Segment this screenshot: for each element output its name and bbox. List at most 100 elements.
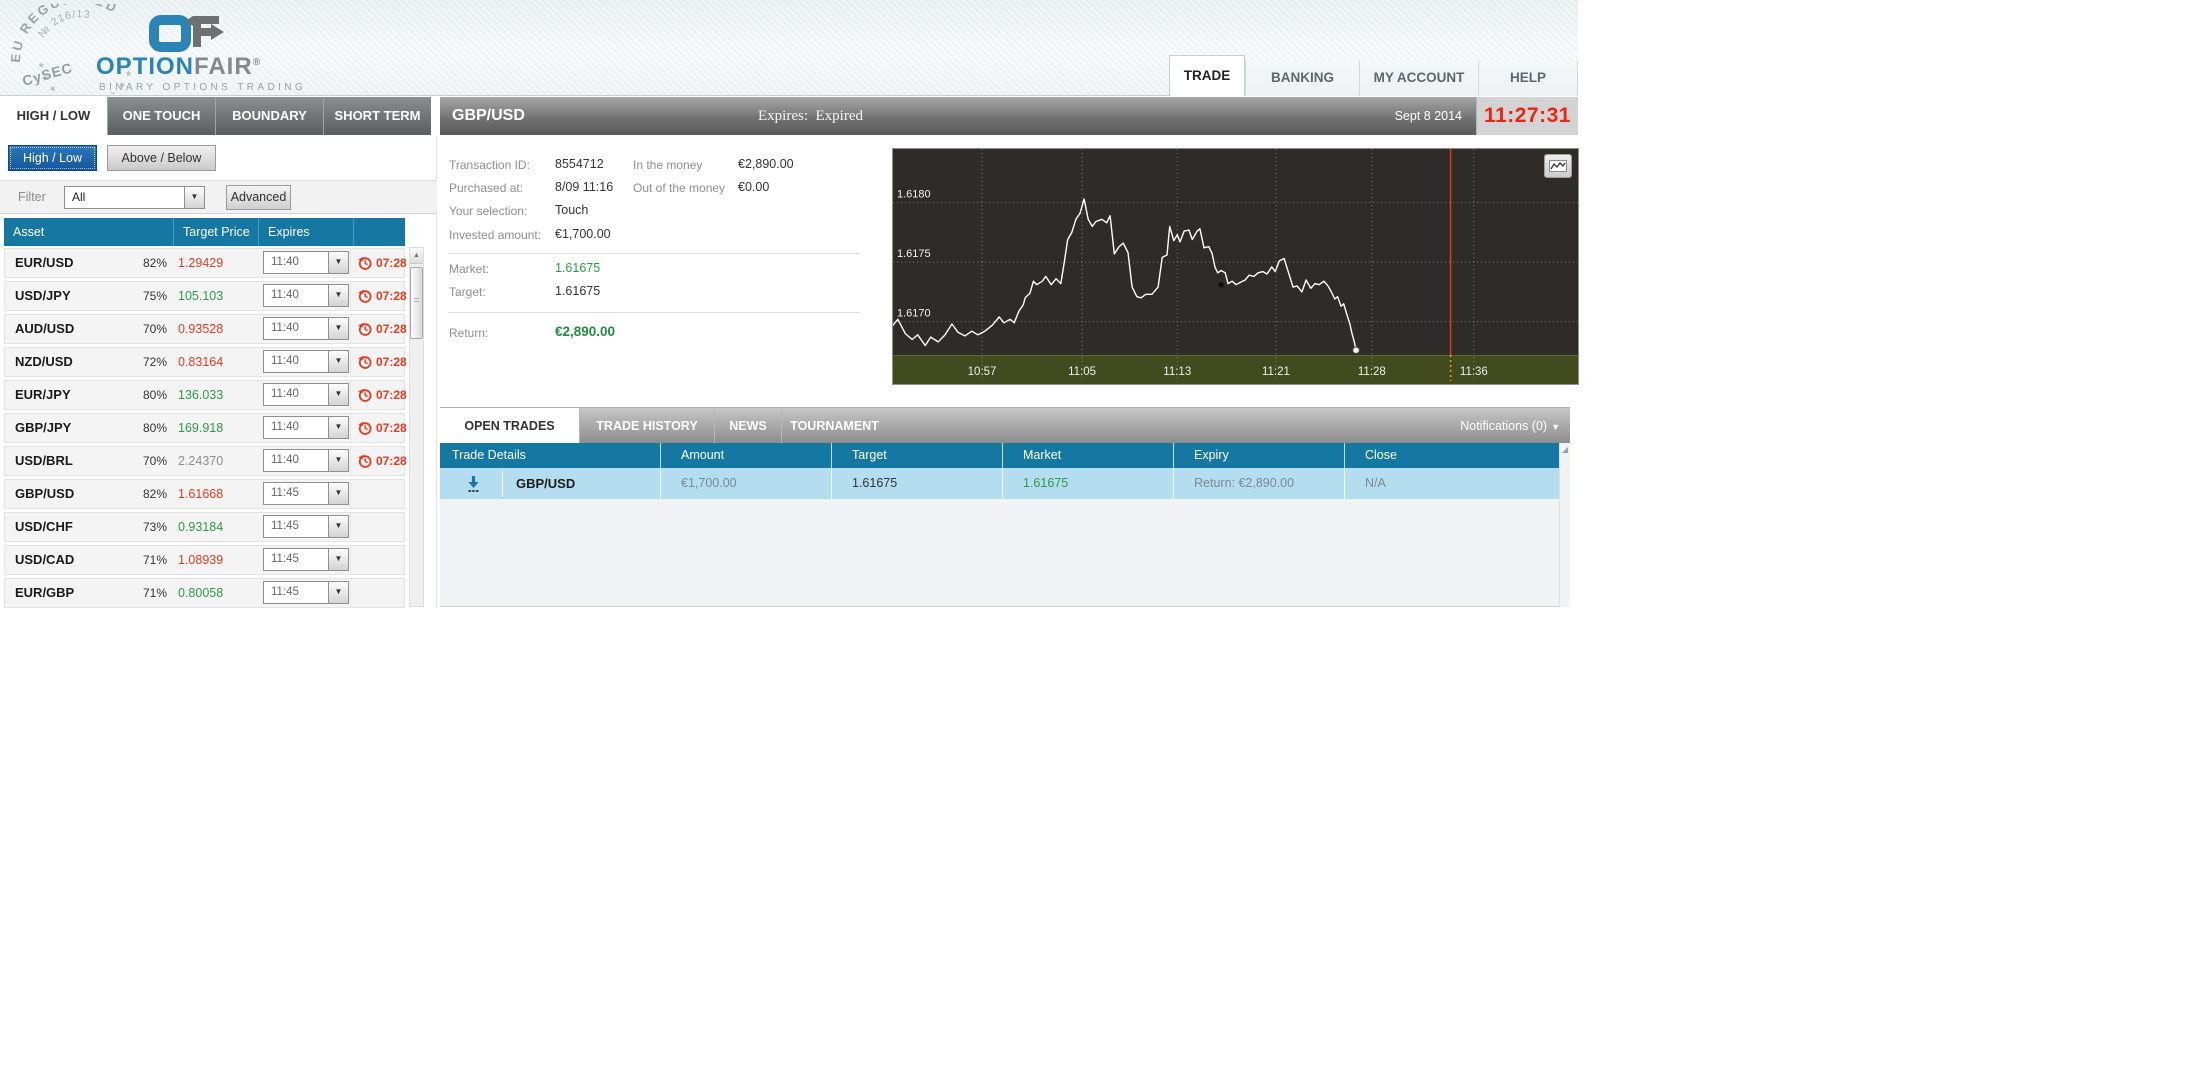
tab-news[interactable]: NEWS	[714, 408, 781, 444]
countdown-clock	[357, 354, 373, 375]
expiry-time-select[interactable]: 11:45 ▼	[263, 482, 349, 505]
asset-column-header-target-price: Target Price	[173, 218, 258, 246]
nav-tab-my-account[interactable]: MY ACCOUNT	[1359, 61, 1478, 96]
expiry-price-marker	[1352, 346, 1360, 354]
column-separator	[350, 282, 351, 310]
expiry-time-select[interactable]: 11:40 ▼	[263, 449, 349, 472]
scroll-up-arrow-icon[interactable]: ▲	[410, 248, 423, 264]
tab-open-trades[interactable]: OPEN TRADES	[440, 408, 579, 444]
countdown-clock-icon	[358, 388, 372, 402]
expiry-time-select[interactable]: 11:45 ▼	[263, 581, 349, 604]
scrollbar-thumb[interactable]	[410, 267, 423, 339]
brand-fair: FAIR	[194, 53, 253, 80]
open-trades-header: Trade Details Amount Target Market Expiry Clo…	[440, 443, 1559, 468]
y-tick-label: 1.6175	[897, 248, 931, 260]
asset-payout: 71%	[142, 553, 167, 567]
tab-trade-history[interactable]: TRADE HISTORY	[579, 408, 714, 444]
tab-high-low[interactable]: HIGH / LOW	[0, 97, 107, 135]
dropdown-arrow-icon[interactable]: ▼	[328, 549, 348, 570]
expiry-time-select[interactable]: 11:40 ▼	[263, 284, 349, 307]
column-separator	[350, 513, 351, 541]
chart-type-button[interactable]	[1544, 154, 1572, 178]
dropdown-arrow-icon[interactable]: ▼	[328, 483, 348, 504]
open-trade-row[interactable]: GBP/USD €1,700.00 1.61675 1.61675 Return…	[440, 468, 1559, 499]
column-separator	[350, 315, 351, 343]
asset-target-price: 1.08939	[178, 553, 224, 567]
expiry-time-select[interactable]: 11:45 ▼	[263, 548, 349, 571]
tab-short-term[interactable]: SHORT TERM	[323, 97, 431, 135]
dropdown-arrow-icon[interactable]: ▼	[328, 351, 348, 372]
y-tick-label: 1.6170	[897, 308, 931, 320]
expiry-time-select[interactable]: 11:40 ▼	[263, 350, 349, 373]
high-low-mode-button[interactable]: High / Low	[8, 145, 97, 171]
asset-column-header-expires: Expires	[258, 218, 353, 246]
asset-row-gbp-usd[interactable]: GBP/USD 82% 1.61668 11:45 ▼	[4, 479, 405, 509]
asset-payout: 80%	[142, 421, 167, 435]
asset-row-eur-usd[interactable]: EUR/USD 82% 1.29429 11:40 ▼ 07:28	[4, 248, 407, 278]
dropdown-arrow-icon[interactable]: ▼	[328, 582, 348, 603]
dropdown-arrow-icon[interactable]: ▼	[328, 318, 348, 339]
dropdown-arrow-icon[interactable]: ▼	[328, 252, 348, 273]
tab-one-touch[interactable]: ONE TOUCH	[107, 97, 215, 135]
dropdown-arrow-icon[interactable]: ▼	[328, 450, 348, 471]
transaction-id-value: 8554712	[555, 157, 604, 171]
countdown-timer: 07:28	[376, 289, 407, 303]
asset-target-price: 0.80058	[178, 586, 224, 600]
asset-row-usd-jpy[interactable]: USD/JPY 75% 105.103 11:40 ▼ 07:28	[4, 281, 407, 311]
top-header: EU REGULATED № 216/13 ★ ★ ★ ★ ★ ★ ★ ★ ★ …	[0, 0, 1578, 96]
expiry-time-select[interactable]: 11:40 ▼	[263, 251, 349, 274]
countdown-clock	[357, 453, 373, 474]
asset-name: AUD/USD	[15, 321, 75, 336]
return-value: €2,890.00	[555, 324, 616, 339]
asset-row-usd-cad[interactable]: USD/CAD 71% 1.08939 11:45 ▼	[4, 545, 405, 575]
expiry-time-select[interactable]: 11:40 ▼	[263, 416, 349, 439]
asset-row-eur-gbp[interactable]: EUR/GBP 71% 0.80058 11:45 ▼	[4, 578, 405, 608]
dropdown-arrow-icon[interactable]: ▼	[328, 384, 348, 405]
open-trade-target: 1.61675	[831, 468, 1002, 499]
expiry-time-value: 11:45	[271, 520, 299, 532]
asset-name: USD/BRL	[15, 453, 73, 468]
option-type-tabs: HIGH / LOW ONE TOUCH BOUNDARY SHORT TERM	[0, 97, 431, 135]
nav-tab-trade[interactable]: TRADE	[1169, 55, 1245, 96]
out-money-label: Out of the money	[633, 181, 726, 195]
return-label: Return:	[449, 326, 489, 340]
advanced-button[interactable]: Advanced	[226, 185, 291, 210]
asset-row-aud-usd[interactable]: AUD/USD 70% 0.93528 11:40 ▼ 07:28	[4, 314, 407, 344]
expiry-time-select[interactable]: 11:40 ▼	[263, 383, 349, 406]
column-separator	[350, 414, 351, 442]
x-tick-label: 11:21	[1262, 366, 1290, 378]
nav-tab-banking[interactable]: BANKING	[1245, 61, 1359, 96]
filter-select[interactable]: All ▼	[64, 186, 205, 209]
target-value: 1.61675	[555, 284, 601, 298]
asset-table-scrollbar[interactable]: ▲	[409, 247, 424, 607]
column-separator	[350, 249, 351, 277]
asset-row-eur-jpy[interactable]: EUR/JPY 80% 136.033 11:40 ▼ 07:28	[4, 380, 407, 410]
asset-row-usd-chf[interactable]: USD/CHF 73% 0.93184 11:45 ▼	[4, 512, 405, 542]
dropdown-arrow-icon[interactable]: ▼	[328, 516, 348, 537]
open-trade-expiry: Return: €2,890.00	[1173, 468, 1344, 499]
price-chart: 10:57 11:05 11:13 11:21 11:28 11:36 1.6180 1.61…	[892, 148, 1579, 385]
dropdown-arrow-icon[interactable]: ▼	[184, 187, 204, 208]
expires-status: Expires: Expired	[758, 108, 863, 124]
asset-target-price: 0.83164	[178, 355, 224, 369]
dropdown-arrow-icon[interactable]: ▼	[328, 417, 348, 438]
asset-row-gbp-jpy[interactable]: GBP/JPY 80% 169.918 11:40 ▼ 07:28	[4, 413, 407, 443]
asset-row-nzd-usd[interactable]: NZD/USD 72% 0.83164 11:40 ▼ 07:28	[4, 347, 407, 377]
nav-tab-help[interactable]: HELP	[1478, 61, 1578, 96]
asset-row-usd-brl[interactable]: USD/BRL 70% 2.24370 11:40 ▼ 07:28	[4, 446, 407, 476]
scrollbar-thumb-grip	[414, 298, 419, 302]
notifications-toggle[interactable]: Notifications (0) ▼	[1460, 408, 1560, 445]
countdown-clock	[357, 288, 373, 309]
asset-payout: 70%	[142, 322, 167, 336]
above-below-mode-button[interactable]: Above / Below	[107, 145, 216, 171]
x-tick-label: 11:05	[1068, 366, 1096, 378]
expiry-time-select[interactable]: 11:40 ▼	[263, 317, 349, 340]
tab-tournament[interactable]: TOURNAMENT	[781, 408, 887, 444]
purchased-at-value: 8/09 11:16	[555, 180, 614, 194]
asset-payout: 73%	[142, 520, 167, 534]
dropdown-arrow-icon[interactable]: ▼	[328, 285, 348, 306]
asset-target-price: 0.93528	[178, 322, 224, 336]
tab-boundary[interactable]: BOUNDARY	[215, 97, 323, 135]
market-label: Market:	[449, 262, 490, 276]
expiry-time-select[interactable]: 11:45 ▼	[263, 515, 349, 538]
